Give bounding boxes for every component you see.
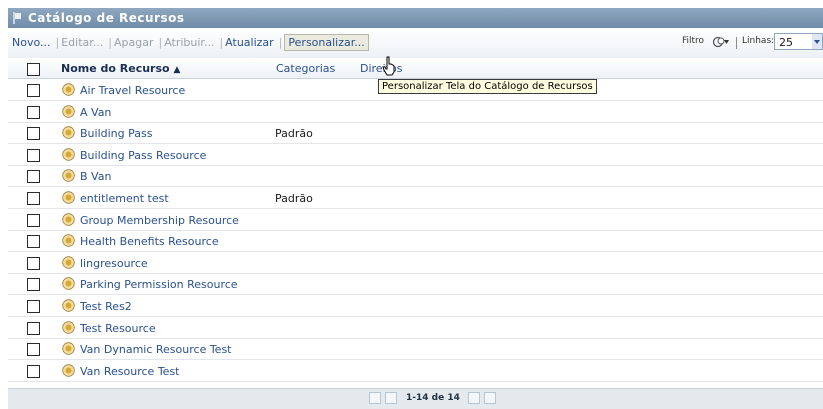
resource-icon: [62, 169, 75, 183]
lines-per-page-select[interactable]: 25: [774, 33, 823, 50]
table-row: Parking Permission Resource: [8, 273, 823, 296]
filter-label: Filtro: [682, 36, 705, 46]
pagination-bar: 1-14 de 14: [8, 388, 823, 409]
title-bar: Catálogo de Recursos: [8, 8, 823, 28]
first-page-icon[interactable]: [369, 392, 381, 404]
resource-category: Padrão: [275, 192, 313, 205]
resource-name-link[interactable]: Health Benefits Resource: [80, 235, 219, 248]
row-checkbox[interactable]: [27, 192, 40, 205]
resource-name-link[interactable]: B Van: [80, 170, 111, 183]
resource-name-link[interactable]: Van Resource Test: [80, 365, 179, 378]
tooltip: Personalizar Tela do Catálogo de Recurso…: [378, 79, 597, 94]
table-row: A Van: [8, 101, 823, 123]
resource-name-link[interactable]: Air Travel Resource: [80, 84, 185, 97]
delete-button[interactable]: Apagar: [114, 36, 154, 49]
resource-icon: [62, 104, 75, 118]
sort-ascending-icon: ▲: [173, 65, 181, 75]
resource-category: Padrão: [275, 127, 313, 141]
resource-name-link[interactable]: Test Resource: [80, 322, 156, 335]
row-checkbox[interactable]: [27, 235, 40, 249]
row-checkbox[interactable]: [27, 343, 40, 357]
customize-button[interactable]: Personalizar...: [284, 34, 369, 51]
resource-icon: [62, 277, 75, 291]
row-checkbox[interactable]: [27, 278, 40, 292]
row-checkbox[interactable]: [27, 364, 40, 378]
resource-icon: [62, 234, 75, 247]
table-row: Van Dynamic Resource Test: [8, 338, 823, 361]
separator: |: [278, 36, 283, 49]
column-header-categories[interactable]: Categorias: [276, 62, 335, 75]
resource-catalog-panel: Catálogo de Recursos Novo... | Editar... | A…: [8, 8, 823, 409]
separator: |: [158, 36, 163, 49]
row-checkbox[interactable]: [27, 170, 40, 184]
table-row: B Van: [8, 165, 823, 188]
page-title: Catálogo de Recursos: [28, 11, 185, 25]
resource-icon: [62, 256, 75, 269]
catalog-icon: [13, 12, 21, 24]
refresh-button[interactable]: Atualizar: [225, 36, 274, 49]
table-row: Test Res2: [8, 295, 823, 317]
resource-icon: [62, 320, 75, 334]
action-bar: Novo... | Editar... | Apagar | Atribuir... | Atu…: [12, 34, 371, 51]
table-row: Building Pass Padrão: [8, 122, 823, 145]
table-row: entitlement test Padrão: [8, 187, 823, 209]
row-checkbox[interactable]: [27, 213, 40, 227]
edit-button[interactable]: Editar...: [61, 36, 103, 49]
new-button[interactable]: Novo...: [12, 36, 51, 49]
resource-name-link[interactable]: Building Pass Resource: [80, 149, 206, 162]
resource-name-link[interactable]: Test Res2: [80, 300, 132, 313]
resource-icon: [62, 212, 75, 226]
assign-button[interactable]: Atribuir...: [164, 36, 214, 49]
resource-name-link[interactable]: A Van: [80, 106, 111, 119]
lines-label: Linhas:: [742, 36, 775, 46]
resource-name-link[interactable]: Van Dynamic Resource Test: [80, 343, 232, 356]
table-row: lingresource: [8, 252, 823, 274]
table-row: Van Resource Test: [8, 360, 823, 382]
last-page-icon[interactable]: [484, 392, 496, 404]
row-checkbox[interactable]: [27, 127, 40, 141]
resource-icon: [62, 364, 75, 377]
separator: [736, 37, 737, 49]
row-checkbox[interactable]: [27, 321, 40, 335]
resource-icon: [62, 126, 75, 139]
table-row: Group Membership Resource: [8, 209, 823, 231]
resource-name-link[interactable]: Group Membership Resource: [80, 214, 239, 227]
row-checkbox[interactable]: [27, 300, 40, 313]
filter-icon[interactable]: [712, 35, 730, 49]
column-header-name-label: Nome do Recurso: [61, 62, 170, 75]
resource-name-link[interactable]: lingresource: [80, 257, 148, 270]
lines-value: 25: [779, 36, 793, 49]
resource-icon: [62, 83, 75, 96]
row-checkbox[interactable]: [27, 84, 40, 97]
row-checkbox[interactable]: [27, 256, 40, 270]
resource-icon: [62, 342, 75, 355]
row-checkbox[interactable]: [27, 105, 40, 119]
separator: |: [219, 36, 224, 49]
resource-icon: [62, 299, 75, 312]
page-range: 1-14 de 14: [406, 393, 460, 403]
resource-icon: [62, 191, 75, 204]
table-row: Health Benefits Resource: [8, 230, 823, 253]
column-header-name[interactable]: Nome do Recurso ▲: [61, 62, 180, 75]
next-page-icon[interactable]: [468, 392, 480, 404]
resource-icon: [62, 148, 75, 161]
hand-cursor-icon: [382, 56, 395, 76]
resource-name-link[interactable]: Parking Permission Resource: [80, 278, 238, 291]
select-all-checkbox[interactable]: [27, 63, 40, 76]
separator: |: [108, 36, 112, 49]
resource-name-link[interactable]: Building Pass: [80, 127, 152, 140]
resource-name-link[interactable]: entitlement test: [80, 192, 169, 205]
separator: |: [55, 36, 60, 49]
chevron-down-icon[interactable]: [812, 34, 822, 49]
table-header: Nome do Recurso ▲ Categorias Direitos: [8, 58, 823, 79]
table-row: Building Pass Resource: [8, 144, 823, 166]
row-checkbox[interactable]: [27, 148, 40, 162]
table-row: Test Resource: [8, 317, 823, 339]
previous-page-icon[interactable]: [385, 392, 397, 404]
